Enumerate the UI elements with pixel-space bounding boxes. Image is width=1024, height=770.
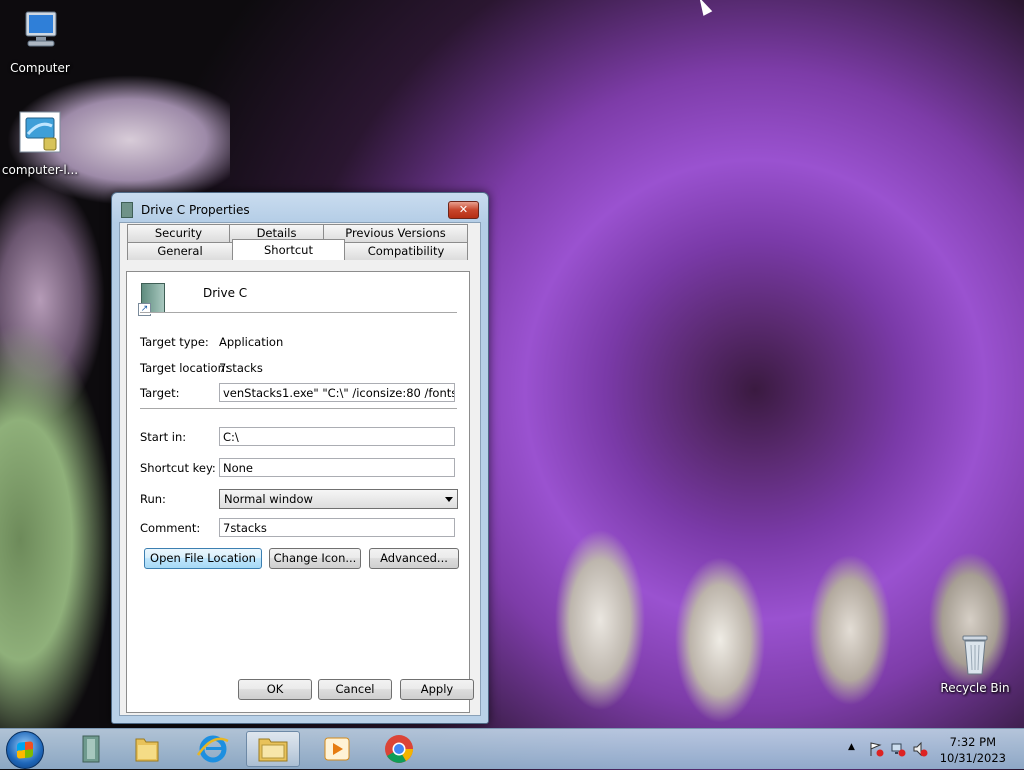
clock-time: 7:32 PM [949, 735, 997, 749]
desktop-icon-label: Recycle Bin [940, 681, 1010, 695]
start-in-input[interactable]: C:\ [219, 427, 455, 446]
close-button[interactable]: ✕ [448, 201, 479, 219]
target-location-value: 7stacks [219, 361, 263, 375]
internet-explorer-icon [196, 735, 229, 763]
target-input[interactable]: venStacks1.exe" "C:\" /iconsize:80 /font… [219, 383, 455, 402]
desktop-icon-computer[interactable]: Computer [0, 10, 80, 75]
shortcut-key-label: Shortcut key: [140, 461, 216, 475]
chevron-down-icon [445, 497, 453, 502]
clock[interactable]: 7:32 PM 10/31/2023 [940, 734, 1006, 766]
tab-compatibility[interactable]: Compatibility [344, 242, 468, 260]
target-type-label: Target type: [140, 335, 209, 349]
run-label: Run: [140, 492, 166, 506]
desktop-icon-label: computer-l... [1, 163, 79, 177]
tab-security[interactable]: Security [127, 224, 230, 242]
taskbar-app-drive-c-properties[interactable] [246, 731, 300, 767]
open-file-location-button[interactable]: Open File Location [144, 548, 262, 569]
title-bar[interactable]: Drive C Properties ✕ [112, 193, 488, 223]
comment-input[interactable]: 7stacks [219, 518, 455, 537]
shortcut-key-input[interactable]: None [219, 458, 455, 477]
drive-c-properties-window: Drive C Properties ✕ Security Details Pr… [111, 192, 489, 724]
network-icon[interactable] [890, 741, 906, 757]
target-location-label: Target location: [140, 361, 229, 375]
taskbar-app-internet-explorer[interactable] [186, 731, 240, 767]
change-icon-button[interactable]: Change Icon... [269, 548, 361, 569]
advanced-button[interactable]: Advanced... [369, 548, 459, 569]
properties-window-icon [258, 738, 288, 762]
ok-button[interactable]: OK [238, 679, 312, 700]
divider [140, 408, 457, 410]
start-button[interactable] [6, 731, 44, 769]
wallpaper-petals-bottom [520, 500, 1024, 730]
run-select-value: Normal window [224, 492, 313, 506]
shortcut-app-icon [121, 202, 133, 218]
shortcut-name: Drive C [203, 286, 248, 300]
taskbar-app-chrome[interactable] [372, 731, 426, 767]
recycle-bin-icon [962, 635, 988, 675]
shortcut-tab-panel: ↗ Drive C Target type: Application Targe… [126, 271, 470, 713]
taskbar-app-7stacks[interactable] [64, 731, 118, 767]
tab-general[interactable]: General [127, 242, 233, 260]
window-title: Drive C Properties [141, 203, 250, 217]
run-select[interactable]: Normal window [219, 489, 458, 509]
action-center-flag-icon[interactable] [868, 741, 884, 757]
taskbar-app-file-explorer[interactable] [120, 731, 174, 767]
folder-icon [135, 738, 159, 762]
windows-logo-icon [17, 741, 33, 759]
remote-desktop-icon [19, 111, 61, 153]
shortcut-arrow-icon: ↗ [138, 303, 151, 316]
media-player-icon [324, 737, 350, 761]
system-tray: ▲ 7:32 PM 10/31/2023 [834, 729, 1024, 769]
mouse-cursor-icon [695, 0, 713, 16]
show-hidden-icons-icon[interactable]: ▲ [848, 742, 855, 752]
computer-icon [25, 11, 57, 47]
comment-label: Comment: [140, 521, 201, 535]
clock-date: 10/31/2023 [939, 751, 1006, 765]
start-in-label: Start in: [140, 430, 187, 444]
shortcut-icon: ↗ [138, 283, 165, 316]
desktop-icon-computer-link[interactable]: computer-l... [0, 110, 80, 177]
apply-button[interactable]: Apply [400, 679, 474, 700]
target-label: Target: [140, 386, 180, 400]
dialog-client-area: Security Details Previous Versions Gener… [119, 222, 481, 716]
7stacks-icon [82, 735, 100, 763]
divider [140, 312, 457, 314]
desktop-icon-label: Computer [10, 61, 70, 75]
taskbar: ▲ 7:32 PM 10/31/2023 [0, 728, 1024, 769]
desktop-icon-recycle-bin[interactable]: Recycle Bin [935, 632, 1015, 695]
cancel-button[interactable]: Cancel [318, 679, 392, 700]
tab-shortcut[interactable]: Shortcut [232, 239, 345, 260]
target-type-value: Application [219, 335, 284, 349]
taskbar-app-media-player[interactable] [310, 731, 364, 767]
chrome-icon [385, 735, 413, 763]
volume-muted-icon[interactable] [912, 741, 928, 757]
